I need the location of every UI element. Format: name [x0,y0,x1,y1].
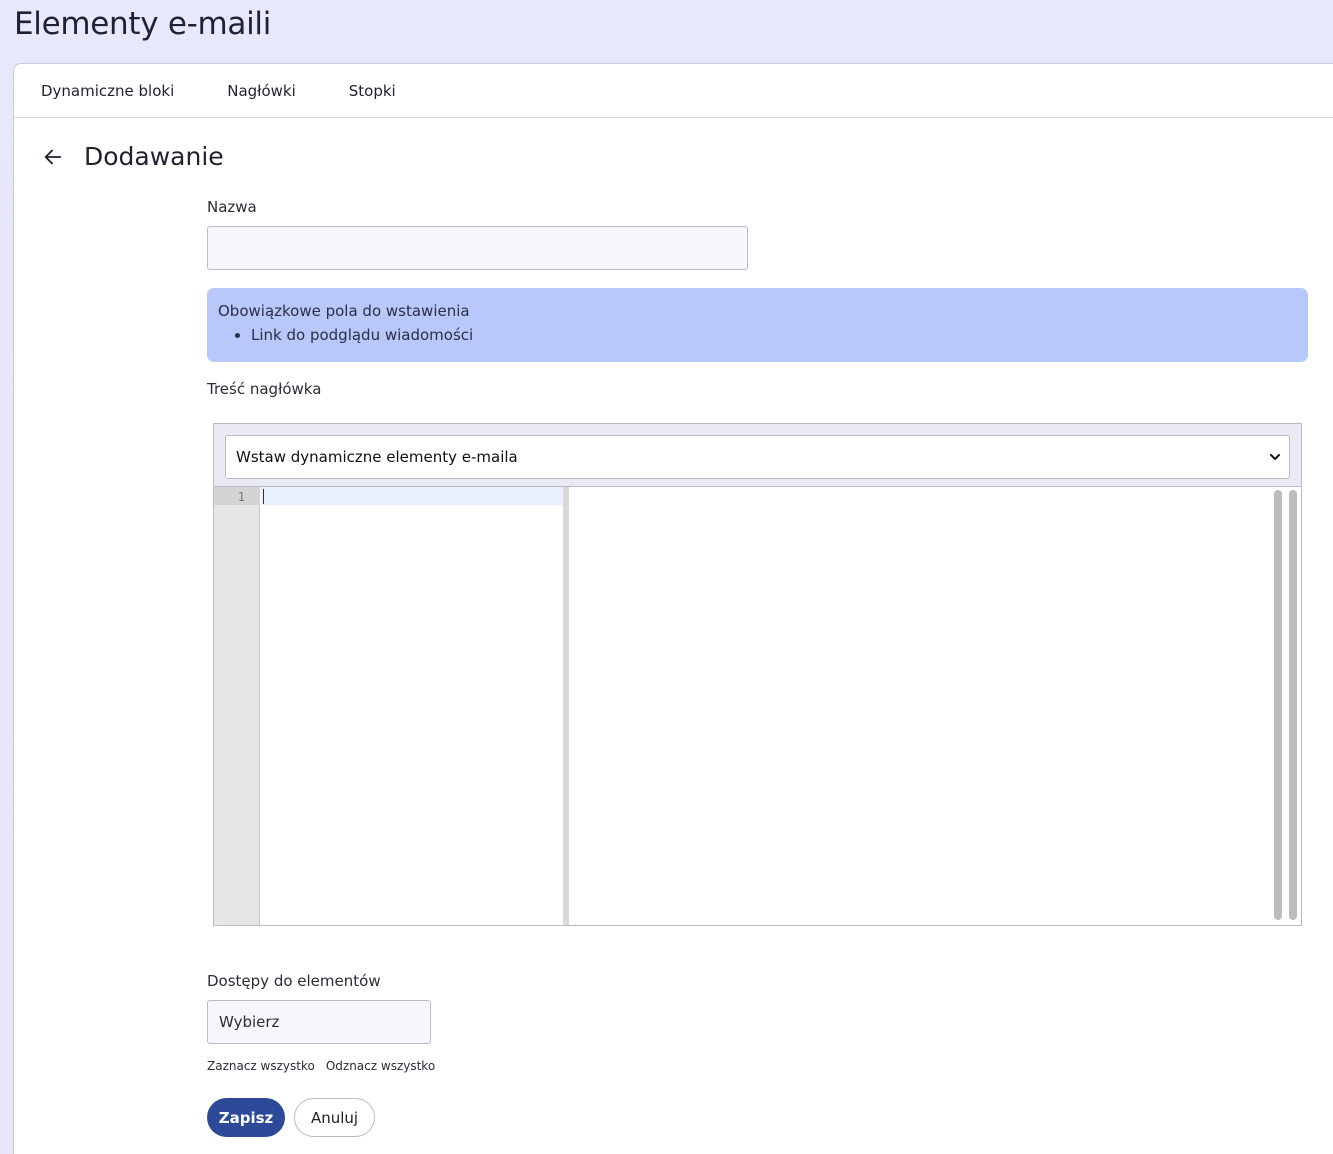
alert-list-item: Link do podglądu wiadomości [251,326,1297,344]
tab-dynamic-blocks[interactable]: Dynamiczne bloki [41,82,174,100]
selection-links: Zaznacz wszystko Odznacz wszystko [207,1059,435,1073]
line-gutter: 1 [214,487,260,925]
code-editor: Wstaw dynamiczne elementy e-maila 1 [213,423,1302,926]
required-fields-alert: Obowiązkowe pola do wstawienia Link do p… [207,288,1308,362]
cancel-button[interactable]: Anuluj [294,1098,375,1137]
tab-footers[interactable]: Stopki [349,82,396,100]
main-card: Dynamiczne bloki Nagłówki Stopki Dodawan… [13,63,1333,1154]
form-header: Dodawanie [42,142,224,171]
access-select[interactable]: Wybierz [207,1000,431,1044]
alert-list: Link do podglądu wiadomości [251,326,1297,344]
text-cursor [263,489,264,504]
dynamic-elements-select[interactable]: Wstaw dynamiczne elementy e-maila [225,435,1290,479]
preview-scrollbar[interactable] [1289,490,1297,920]
code-input[interactable] [261,487,563,505]
editor-scrollbar[interactable] [1274,490,1282,920]
name-label: Nazwa [207,198,257,216]
arrow-left-icon[interactable] [42,146,64,168]
line-number: 1 [237,490,245,504]
name-input[interactable] [207,226,748,270]
alert-title: Obowiązkowe pola do wstawienia [218,302,470,320]
select-all-link[interactable]: Zaznacz wszystko [207,1059,315,1073]
tab-headers[interactable]: Nagłówki [227,82,296,100]
content-label: Treść nagłówka [207,380,322,398]
dynamic-elements-select-value: Wstaw dynamiczne elementy e-maila [236,448,518,466]
page-title: Elementy e-maili [14,6,272,42]
tab-bar: Dynamiczne bloki Nagłówki Stopki [14,64,1333,118]
save-button[interactable]: Zapisz [207,1098,285,1137]
deselect-all-link[interactable]: Odznacz wszystko [326,1059,435,1073]
code-area: 1 [214,486,1301,925]
preview-pane [569,487,1269,925]
form-heading: Dodawanie [84,142,224,171]
chevron-down-icon [1270,454,1280,460]
access-label: Dostępy do elementów [207,972,381,990]
